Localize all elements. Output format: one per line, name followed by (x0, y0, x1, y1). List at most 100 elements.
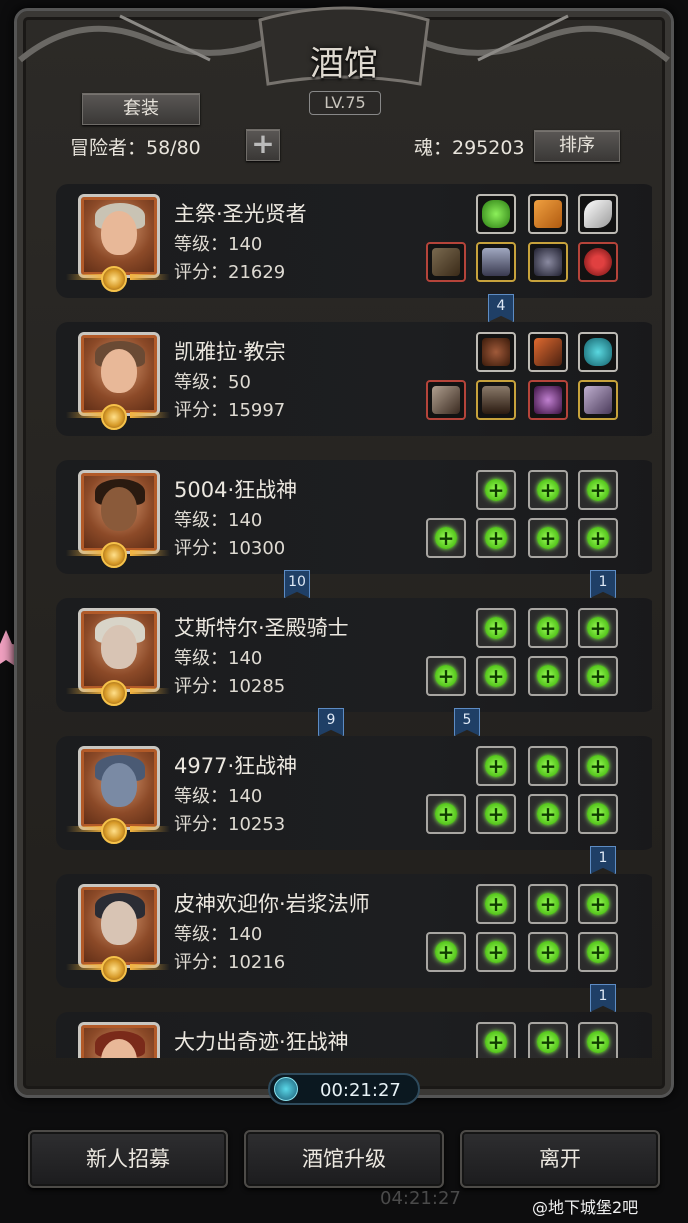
empty-equipment-slot[interactable] (528, 746, 568, 786)
equipment-slot[interactable] (476, 332, 516, 372)
equipment-slot[interactable] (578, 332, 618, 372)
hero-level: 等级：140 (174, 924, 263, 945)
equipment-slot[interactable] (528, 242, 568, 282)
empty-equipment-slot[interactable] (476, 794, 516, 834)
empty-equipment-slot[interactable] (578, 794, 618, 834)
rank-emblem-icon (101, 266, 127, 292)
empty-equipment-slot[interactable] (528, 1022, 568, 1058)
empty-equipment-slot[interactable] (476, 518, 516, 558)
hero-portrait (78, 746, 160, 830)
empty-equipment-slot[interactable] (528, 932, 568, 972)
hero-card[interactable]: 4977·狂战神 等级：140 评分：10253 (56, 736, 652, 850)
rank-emblem-icon (101, 818, 127, 844)
empty-equipment-slot[interactable] (578, 656, 618, 696)
green-crystal-icon (482, 200, 510, 228)
empty-equipment-slot[interactable] (528, 884, 568, 924)
link-badge: 4 (488, 294, 514, 322)
empty-equipment-slot[interactable] (578, 1022, 618, 1058)
hero-card[interactable]: 主祭·圣光贤者 等级：140 评分：21629 (56, 184, 652, 298)
empty-equipment-slot[interactable] (528, 794, 568, 834)
equipment-slot[interactable] (528, 380, 568, 420)
wing-decoration (66, 964, 106, 970)
leave-button[interactable]: 离开 (460, 1130, 660, 1188)
wing-decoration (130, 412, 170, 418)
empty-equipment-slot[interactable] (476, 746, 516, 786)
equipment-slot[interactable] (578, 194, 618, 234)
wing-decoration (66, 274, 106, 280)
empty-equipment-slot[interactable] (476, 1022, 516, 1058)
gem-icon (584, 338, 612, 366)
link-badge: 5 (454, 708, 480, 736)
wing-decoration (130, 688, 170, 694)
link-badge: 9 (318, 708, 344, 736)
equipment-slot[interactable] (528, 194, 568, 234)
equipment-slot[interactable] (578, 242, 618, 282)
hero-portrait (78, 1022, 160, 1058)
equipment-slot[interactable] (476, 242, 516, 282)
empty-equipment-slot[interactable] (476, 932, 516, 972)
equipment-slot[interactable] (426, 242, 466, 282)
empty-equipment-slot[interactable] (528, 518, 568, 558)
hero-name: 皮神欢迎你·岩浆法师 (174, 892, 370, 916)
empty-equipment-slot[interactable] (476, 884, 516, 924)
equipment-slot[interactable] (426, 380, 466, 420)
recruit-button[interactable]: 新人招募 (28, 1130, 228, 1188)
equipment-slot[interactable] (476, 380, 516, 420)
empty-equipment-slot[interactable] (476, 608, 516, 648)
hero-card[interactable]: 凯雅拉·教宗 等级：50 评分：15997 (56, 322, 652, 436)
empty-equipment-slot[interactable] (528, 656, 568, 696)
background-timer-text: 04:21:27 (380, 1188, 461, 1209)
rank-emblem-icon (101, 680, 127, 706)
link-badge: 1 (590, 846, 616, 874)
tavern-upgrade-button[interactable]: 酒馆升级 (244, 1130, 444, 1188)
empty-equipment-slot[interactable] (578, 470, 618, 510)
hero-level: 等级：50 (174, 372, 251, 393)
hero-card[interactable]: 大力出奇迹·狂战神 (56, 1012, 652, 1058)
timer-display: 00:21:27 (268, 1073, 420, 1105)
armor-icon (482, 386, 510, 414)
armor-icon (482, 248, 510, 276)
wing-decoration (130, 826, 170, 832)
bracer-icon (584, 386, 612, 414)
empty-equipment-slot[interactable] (578, 518, 618, 558)
hero-card[interactable]: 艾斯特尔·圣殿骑士 等级：140 评分：10285 (56, 598, 652, 712)
link-badge: 1 (590, 984, 616, 1012)
empty-equipment-slot[interactable] (426, 656, 466, 696)
hero-level: 等级：140 (174, 510, 263, 531)
hero-name: 5004·狂战神 (174, 478, 298, 502)
hero-card[interactable]: 5004·狂战神 等级：140 评分：10300 (56, 460, 652, 574)
hero-portrait (78, 470, 160, 554)
wing-decoration (130, 550, 170, 556)
equipment-slot[interactable] (528, 332, 568, 372)
hero-card[interactable]: 皮神欢迎你·岩浆法师 等级：140 评分：10216 (56, 874, 652, 988)
hero-score: 评分：21629 (174, 262, 286, 283)
empty-equipment-slot[interactable] (426, 794, 466, 834)
wing-decoration (130, 964, 170, 970)
empty-equipment-slot[interactable] (426, 518, 466, 558)
empty-equipment-slot[interactable] (476, 470, 516, 510)
sort-button[interactable]: 排序 (534, 130, 620, 162)
empty-equipment-slot[interactable] (528, 608, 568, 648)
clock-icon (274, 1077, 298, 1101)
soul-count: 魂：295203 (414, 137, 525, 159)
empty-equipment-slot[interactable] (528, 470, 568, 510)
empty-equipment-slot[interactable] (476, 656, 516, 696)
hero-list[interactable]: 主祭·圣光贤者 等级：140 评分：21629 4 凯雅拉·教宗 等级：50 评… (52, 176, 652, 1058)
empty-equipment-slot[interactable] (578, 932, 618, 972)
link-badge: 10 (284, 570, 310, 598)
wing-decoration (66, 688, 106, 694)
empty-equipment-slot[interactable] (578, 884, 618, 924)
empty-equipment-slot[interactable] (578, 608, 618, 648)
equipment-slot[interactable] (476, 194, 516, 234)
torch-icon (534, 338, 562, 366)
empty-equipment-slot[interactable] (578, 746, 618, 786)
suit-button[interactable]: 套装 (82, 93, 200, 125)
tavern-level-badge: LV.75 (309, 91, 381, 115)
hero-portrait (78, 608, 160, 692)
scroll-icon (534, 200, 562, 228)
equipment-slot[interactable] (578, 380, 618, 420)
hero-level: 等级：140 (174, 648, 263, 669)
hammer-icon (432, 386, 460, 414)
empty-equipment-slot[interactable] (426, 932, 466, 972)
add-slot-button[interactable]: + (246, 129, 280, 161)
